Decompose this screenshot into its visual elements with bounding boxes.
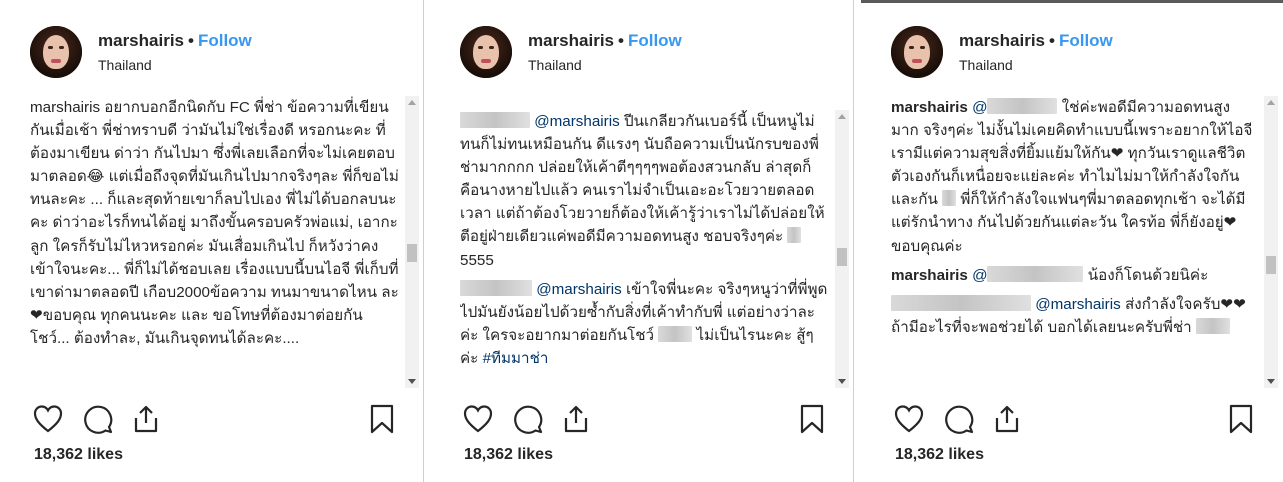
comment-icon[interactable]	[512, 403, 544, 435]
mention-link[interactable]: @marshairis	[536, 281, 621, 298]
blurred-emoji	[787, 227, 802, 244]
bookmark-icon[interactable]	[796, 403, 828, 435]
scroll-down-arrow-icon[interactable]	[1267, 379, 1275, 384]
avatar[interactable]	[460, 26, 512, 78]
post-panel-1: marshairis • Follow Thailand marshairis อย…	[0, 0, 423, 482]
comment: @marshairis ปีนเกลียวกันเบอร์นี้ เป็นหนู…	[460, 110, 830, 272]
comment: marshairis @ น้องก็โดนด้วยนิค่ะ	[891, 264, 1257, 287]
likes-count[interactable]: 18,362 likes	[464, 446, 553, 464]
scroll-down-arrow-icon[interactable]	[408, 379, 416, 384]
mention-link[interactable]: @	[972, 99, 987, 116]
comment-username[interactable]: marshairis	[891, 267, 968, 284]
comments-list[interactable]: @marshairis ปีนเกลียวกันเบอร์นี้ เป็นหนู…	[460, 110, 830, 402]
mention-link[interactable]: @marshairis	[534, 113, 619, 130]
mention-link[interactable]: @marshairis	[1035, 296, 1120, 313]
post-panel-2: marshairis • Follow Thailand @marshairis ป…	[430, 0, 853, 482]
scroll-thumb[interactable]	[837, 248, 847, 266]
post-header: marshairis • Follow Thailand	[30, 22, 252, 82]
comment-text: น้องก็โดนด้วยนิค่ะ	[1087, 266, 1209, 284]
bookmark-icon[interactable]	[366, 403, 398, 435]
avatar[interactable]	[891, 26, 943, 78]
scroll-up-arrow-icon[interactable]	[408, 100, 416, 105]
comment: marshairis @ ใช่ค่ะพอดีมีความอดทนสูงมาก …	[891, 96, 1257, 258]
panel-divider	[853, 0, 854, 482]
comment: @marshairis เข้าใจพี่นะคะ จริงๆหนูว่าที่…	[460, 278, 830, 370]
action-bar	[891, 403, 1259, 439]
scroll-up-arrow-icon[interactable]	[1267, 100, 1275, 105]
window-top-edge	[861, 0, 1283, 3]
comment-tail: 5555	[460, 251, 494, 269]
comment-icon[interactable]	[82, 403, 114, 435]
comment: @marshairis ส่งกำลังใจครับ❤❤ ถ้ามีอะไรที…	[891, 293, 1257, 339]
scroll-thumb[interactable]	[407, 244, 417, 262]
blurred-emoji	[1195, 317, 1230, 334]
blurred-emoji	[942, 190, 957, 207]
blurred-emoji	[658, 325, 693, 342]
scroll-up-arrow-icon[interactable]	[838, 114, 846, 119]
comments-scrollbar[interactable]	[1264, 96, 1278, 388]
comment-username[interactable]: marshairis	[891, 99, 968, 116]
bookmark-icon[interactable]	[1225, 403, 1257, 435]
blurred-username	[987, 98, 1058, 114]
heart-icon[interactable]	[32, 403, 64, 435]
panel-divider	[423, 0, 424, 482]
action-bar	[30, 403, 398, 439]
comments-list[interactable]: marshairis @ ใช่ค่ะพอดีมีความอดทนสูงมาก …	[891, 96, 1257, 388]
follow-button[interactable]: Follow	[628, 31, 682, 50]
action-bar	[460, 403, 828, 439]
location[interactable]: Thailand	[98, 57, 252, 73]
username[interactable]: marshairis	[98, 31, 184, 50]
post-header: marshairis • Follow Thailand	[460, 22, 682, 82]
heart-icon[interactable]	[462, 403, 494, 435]
likes-count[interactable]: 18,362 likes	[34, 446, 123, 464]
username[interactable]: marshairis	[528, 31, 614, 50]
hashtag-link[interactable]: #ทีมมาช่า	[483, 350, 549, 367]
mention-link[interactable]: @	[972, 267, 987, 284]
comment-icon[interactable]	[943, 403, 975, 435]
scroll-down-arrow-icon[interactable]	[838, 379, 846, 384]
comments-scrollbar[interactable]	[405, 96, 419, 388]
blurred-username	[987, 265, 1084, 282]
blurred-username	[891, 294, 1031, 311]
share-icon[interactable]	[991, 403, 1023, 435]
share-icon[interactable]	[130, 403, 162, 435]
post-panel-3: marshairis • Follow Thailand marshairis @ …	[861, 0, 1283, 482]
likes-count[interactable]: 18,362 likes	[895, 446, 984, 464]
username[interactable]: marshairis	[959, 31, 1045, 50]
avatar[interactable]	[30, 26, 82, 78]
heart-icon[interactable]	[893, 403, 925, 435]
post-header: marshairis • Follow Thailand	[891, 22, 1113, 82]
separator-dot: •	[618, 31, 624, 50]
comments-list[interactable]: marshairis อยากบอกอีกนิดกับ FC พี่ช่า ข้…	[30, 96, 400, 388]
separator-dot: •	[188, 31, 194, 50]
share-icon[interactable]	[560, 403, 592, 435]
location[interactable]: Thailand	[959, 57, 1113, 73]
scroll-thumb[interactable]	[1266, 256, 1276, 274]
separator-dot: •	[1049, 31, 1055, 50]
comment-text: ปีนเกลียวกันเบอร์นี้ เป็นหนูไม่ทนก็ไม่ทน…	[460, 113, 825, 246]
location[interactable]: Thailand	[528, 57, 682, 73]
blurred-username	[460, 279, 532, 296]
blurred-username	[460, 112, 530, 128]
comment: marshairis อยากบอกอีกนิดกับ FC พี่ช่า ข้…	[30, 99, 399, 347]
comments-scrollbar[interactable]	[835, 110, 849, 388]
follow-button[interactable]: Follow	[1059, 31, 1113, 50]
follow-button[interactable]: Follow	[198, 31, 252, 50]
